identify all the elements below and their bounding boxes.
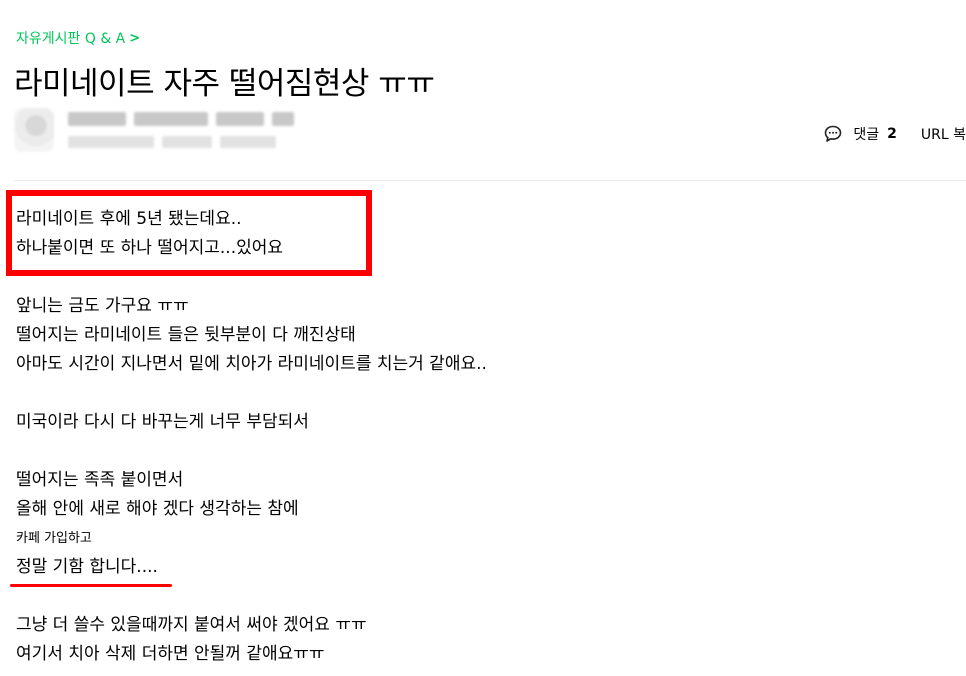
body-line: 떨어지는 라미네이트 들은 뒷부분이 다 깨진상태 — [16, 325, 356, 345]
red-highlight-box-annotation — [6, 190, 372, 276]
author-name-blurred[interactable] — [68, 112, 294, 126]
body-line: 떨어지는 족족 붙이면서 — [16, 470, 184, 490]
comment-label[interactable]: 댓글 — [853, 124, 879, 144]
body-blank-line — [16, 437, 487, 466]
post-date-blurred — [68, 136, 294, 148]
post-title: 라미네이트 자주 떨어짐현상 ㅠㅠ — [14, 66, 435, 102]
body-line: 그냥 더 쓸수 있을때까지 붙여서 써야 겠어요 ㅠㅠ — [16, 615, 367, 635]
body-line: 아마도 시간이 지나면서 밑에 치아가 라미네이트를 치는거 같애요.. — [16, 354, 487, 374]
url-copy-button[interactable]: URL 복 — [921, 124, 966, 144]
body-line: 올해 안에 새로 해야 겠다 생각하는 참에 — [16, 499, 299, 519]
body-line: 앞니는 금도 가구요 ㅠㅠ — [16, 296, 189, 316]
chevron-right-icon: > — [129, 30, 141, 46]
avatar[interactable] — [14, 108, 54, 152]
breadcrumb-board-name[interactable]: 자유게시판 Q & A — [16, 28, 125, 48]
body-line: 정말 기함 합니다.... — [16, 557, 158, 577]
red-underline-annotation — [10, 584, 172, 587]
post-tools: 댓글 2 URL 복 — [823, 124, 966, 144]
comment-bubble-icon[interactable] — [823, 124, 843, 144]
comment-count[interactable]: 2 — [887, 126, 897, 142]
body-blank-line — [16, 379, 487, 408]
breadcrumb[interactable]: 자유게시판 Q & A > — [16, 28, 140, 48]
body-line: 미국이라 다시 다 바꾸는게 너무 부담되서 — [16, 412, 309, 432]
author-meta-blurred — [68, 108, 294, 158]
cafe-post-page: 자유게시판 Q & A > 라미네이트 자주 떨어짐현상 ㅠㅠ 댓글 2 URL… — [0, 0, 966, 676]
author-info — [14, 108, 294, 158]
body-line-small: 카페 가입하고 — [16, 531, 92, 546]
header-divider — [14, 180, 966, 181]
body-line: 여기서 치아 삭제 더하면 안될꺼 같애요ㅠㅠ — [16, 644, 325, 664]
